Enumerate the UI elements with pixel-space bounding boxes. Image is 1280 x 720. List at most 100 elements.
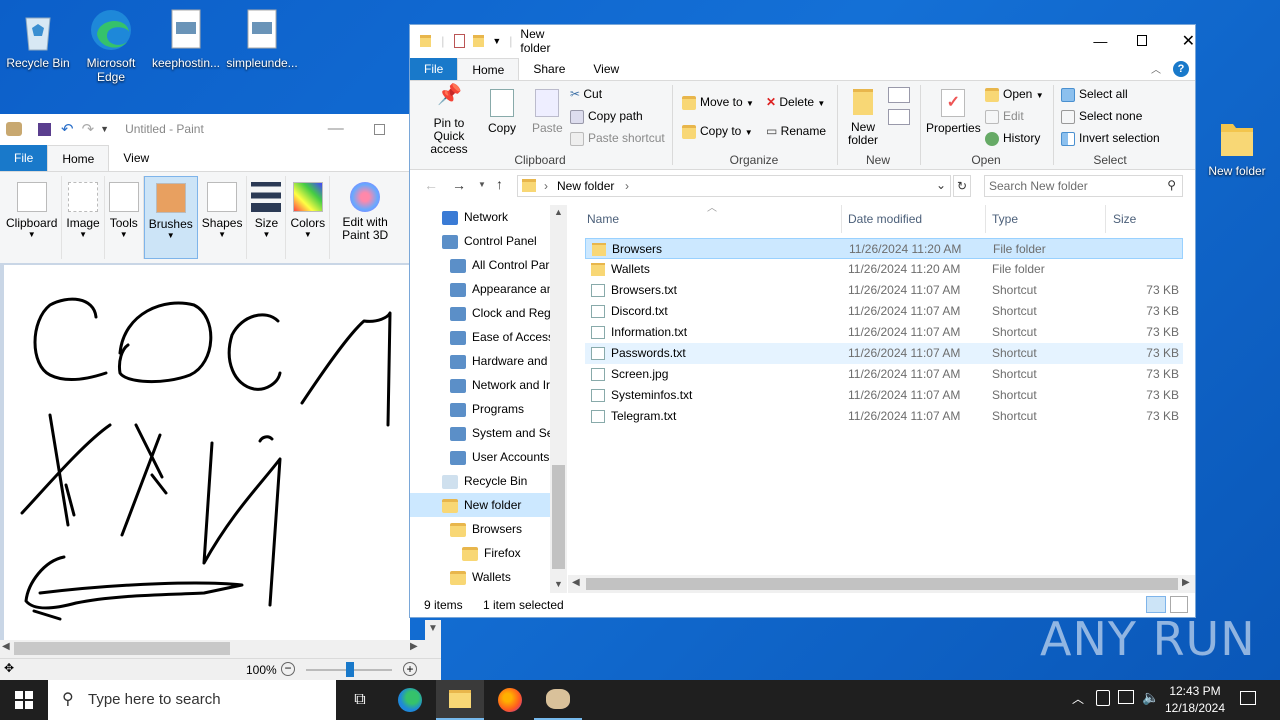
navigation-pane-scrollbar[interactable]: ▲ ▼ [550, 205, 567, 593]
tree-item[interactable]: Recycle Bin [410, 469, 527, 493]
undo-icon[interactable]: ↶ [61, 120, 74, 138]
task-view-button[interactable]: ⧉ [336, 680, 384, 720]
tree-item[interactable]: New folder [410, 493, 550, 517]
quick-access-dropdown-icon[interactable]: ▼ [492, 36, 501, 46]
tab-file[interactable]: File [410, 58, 458, 80]
scroll-up-icon[interactable]: ▲ [554, 207, 563, 217]
column-header-type[interactable]: Type [992, 205, 1018, 233]
clock[interactable]: 12:43 PM 12/18/2024 [1160, 683, 1230, 717]
paint-3d-button[interactable]: Edit with Paint 3D [330, 176, 400, 259]
scroll-down-icon[interactable]: ▼ [554, 579, 563, 589]
minimize-icon[interactable]: — [1093, 33, 1107, 49]
table-row[interactable]: Browsers 11/26/2024 11:20 AM File folder [585, 238, 1183, 259]
history-button[interactable]: History [985, 131, 1040, 146]
clipboard-group-button[interactable]: Clipboard ▼ [2, 176, 63, 259]
tab-share[interactable]: Share [519, 58, 579, 80]
tree-item[interactable]: Firefox [410, 541, 521, 565]
tree-item[interactable]: Control Panel [410, 229, 537, 253]
table-row[interactable]: Discord.txt 11/26/2024 11:07 AM Shortcut 73… [585, 301, 1183, 322]
close-icon[interactable]: ✕ [1182, 31, 1195, 51]
cut-button[interactable]: ✂ Cut [570, 87, 602, 101]
invert-selection-button[interactable]: Invert selection [1061, 131, 1160, 146]
tree-item[interactable]: Ease of Access [410, 325, 554, 349]
maximize-icon[interactable] [1137, 35, 1147, 46]
address-dropdown-icon[interactable]: ⌄ [936, 178, 946, 192]
table-row[interactable]: Screen.jpg 11/26/2024 11:07 AM Shortcut 73 … [585, 364, 1183, 385]
new-folder-button[interactable]: New folder [845, 89, 881, 147]
copy-to-button[interactable]: Copy to ▼ [682, 124, 753, 139]
show-hidden-icons-icon[interactable]: ︿ [1072, 690, 1084, 707]
tab-home[interactable]: Home [47, 145, 110, 171]
brushes-group-button[interactable]: Brushes ▼ [143, 176, 198, 259]
taskbar-explorer-button[interactable] [436, 680, 484, 720]
tab-view[interactable]: View [579, 58, 633, 80]
properties-button[interactable]: ✓ Properties [926, 89, 981, 135]
file-list-hscroll[interactable]: ◀ ▶ [568, 575, 1195, 593]
tree-item[interactable]: User Accounts [410, 445, 549, 469]
scroll-down-icon[interactable]: ▼ [428, 623, 438, 634]
copy-path-button[interactable]: Copy path [570, 109, 643, 124]
tree-item[interactable]: Network [410, 205, 508, 229]
tree-item[interactable]: Hardware and [410, 349, 547, 373]
tab-view[interactable]: View [109, 145, 163, 171]
taskbar-firefox-button[interactable] [486, 680, 534, 720]
paint-vscroll-stub[interactable]: ▼ [425, 620, 441, 658]
tree-item[interactable]: Clock and Regi [410, 301, 553, 325]
colors-group-button[interactable]: Colors ▼ [286, 176, 331, 259]
column-header-name[interactable]: Name [587, 205, 619, 233]
shapes-group-button[interactable]: Shapes ▼ [198, 176, 248, 259]
start-button[interactable] [0, 680, 48, 720]
network-icon[interactable] [1118, 690, 1134, 704]
tab-home[interactable]: Home [457, 58, 520, 80]
scroll-thumb[interactable] [552, 465, 565, 569]
address-bar[interactable]: › New folder › ⌄ [517, 175, 951, 197]
edit-button[interactable]: Edit [985, 109, 1024, 124]
move-to-button[interactable]: Move to ▼ [682, 95, 754, 110]
copy-button[interactable]: Copy [488, 89, 516, 135]
maximize-icon[interactable] [373, 123, 385, 135]
select-all-button[interactable]: Select all [1061, 87, 1128, 102]
scroll-thumb[interactable] [586, 578, 1178, 590]
new-item-icon[interactable] [888, 87, 910, 103]
tree-item[interactable]: Programs [410, 397, 524, 421]
zoom-out-icon[interactable]: − [281, 662, 295, 676]
pin-quick-access-button[interactable]: 📌 Pin to Quick access [418, 85, 480, 156]
scroll-left-icon[interactable]: ◀ [2, 641, 10, 652]
tree-item[interactable]: Wallets [410, 565, 511, 589]
refresh-icon[interactable]: ↻ [953, 175, 971, 197]
desktop-icon-edge[interactable]: Microsoft Edge [73, 8, 149, 84]
tree-item[interactable]: Appearance an [410, 277, 553, 301]
redo-icon[interactable]: ↷ [82, 120, 95, 138]
save-icon[interactable] [38, 122, 51, 136]
up-icon[interactable]: ↑ [496, 176, 503, 192]
recent-locations-icon[interactable]: ▼ [478, 180, 486, 189]
minimize-icon[interactable]: — [328, 120, 344, 138]
open-button[interactable]: Open ▼ [985, 87, 1044, 102]
desktop-icon-keephostin[interactable]: keephostin... [148, 8, 224, 70]
size-group-button[interactable]: Size ▼ [247, 176, 287, 259]
back-icon[interactable]: ← [424, 177, 438, 193]
easy-access-icon[interactable] [888, 109, 910, 125]
desktop-icon-new-folder[interactable]: New folder [1199, 116, 1275, 178]
taskbar-edge-button[interactable] [386, 680, 434, 720]
table-row[interactable]: Telegram.txt 11/26/2024 11:07 AM Shortcut 7… [585, 406, 1183, 427]
paint-canvas[interactable] [4, 265, 410, 640]
taskbar-search-input[interactable]: ⚲ Type here to search [48, 680, 336, 720]
paste-button[interactable]: Paste [532, 89, 563, 135]
help-icon[interactable]: ? [1173, 61, 1189, 77]
forward-icon[interactable]: → [452, 177, 466, 193]
tree-item[interactable]: Browsers [410, 517, 522, 541]
delete-button[interactable]: ✕ Delete ▼ [766, 95, 825, 109]
device-icon[interactable] [1096, 690, 1110, 706]
table-row[interactable]: Passwords.txt 11/26/2024 11:07 AM Shortcut… [585, 343, 1183, 364]
table-row[interactable]: Information.txt 11/26/2024 11:07 AM Shortc… [585, 322, 1183, 343]
scroll-right-icon[interactable]: ▶ [1182, 577, 1190, 588]
paint-hscroll[interactable]: ◀ ▶ [0, 640, 441, 658]
tree-item[interactable]: All Control Par [410, 253, 549, 277]
tab-file[interactable]: File [0, 145, 48, 171]
scroll-right-icon[interactable]: ▶ [410, 641, 418, 652]
taskbar-paint-button[interactable] [534, 680, 582, 720]
details-view-icon[interactable] [1146, 596, 1166, 613]
column-header-date-modified[interactable]: Date modified [848, 205, 922, 233]
image-group-button[interactable]: Image ▼ [62, 176, 105, 259]
